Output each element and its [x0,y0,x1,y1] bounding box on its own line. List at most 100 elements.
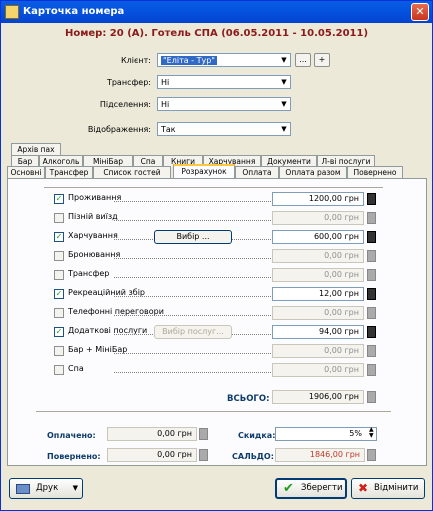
paid-field: 0,00 грн [107,427,197,441]
client-add-button[interactable]: + [314,53,330,67]
display-combo[interactable]: Так ▼ [157,122,291,136]
cross-icon: ✖ [358,481,369,495]
calculator-icon [367,269,376,281]
client-combo[interactable]: "Еліта - Тур" ▼ [157,53,291,67]
amount-field[interactable]: 1200,00 грн [272,192,364,206]
calculator-icon[interactable] [367,288,376,300]
amount-field: 0,00 грн [272,249,364,263]
settlement-label: Підселення: [99,100,151,109]
checkbox[interactable]: ✓ [54,289,64,299]
calculator-icon [367,250,376,262]
calculator-icon [367,307,376,319]
tab-archive[interactable]: Архів пах [11,143,61,155]
list-item: ✓ Додаткові послуги Вибір послуг... 94,0… [54,325,384,339]
checkbox[interactable] [54,251,64,261]
calculator-icon[interactable] [367,231,376,243]
list-item: ✓ Рекреаційний збір 12,00 грн [54,287,384,301]
amount-field[interactable]: 12,00 грн [272,287,364,301]
calculator-icon [367,345,376,357]
settlement-combo[interactable]: Ні ▼ [157,97,291,111]
total-field: 1906,00 грн [272,390,364,404]
tab-returned[interactable]: Повернено [347,166,403,178]
list-item: Пізній виїзд 0,00 грн [54,211,384,225]
transfer-combo[interactable]: Ні ▼ [157,75,291,89]
tab-transfer[interactable]: Трансфер [45,166,93,178]
total-label: ВСЬОГО: [227,394,270,404]
check-icon: ✔ [283,481,294,496]
chevron-down-icon[interactable]: ▼ [278,76,290,88]
save-button[interactable]: ✔ Зберегти [275,478,347,499]
calculator-icon[interactable] [367,193,376,205]
print-label: Друк [36,483,59,493]
chevron-down-icon[interactable]: ▼ [278,54,290,66]
checkbox[interactable] [54,346,64,356]
tab-main[interactable]: Основні [7,166,45,178]
checkbox[interactable] [54,365,64,375]
calculator-icon [367,391,376,403]
display-value: Так [161,125,176,134]
calculator-icon [199,428,208,440]
list-item: Бар + МініБар 0,00 грн [54,344,384,358]
discount-spinner[interactable]: 5% [275,427,377,441]
amount-field: 0,00 грн [272,268,364,282]
client-value: "Еліта - Тур" [161,56,217,65]
checkbox[interactable]: ✓ [54,232,64,242]
amount-field: 0,00 грн [272,211,364,225]
client-label: Клієнт: [121,56,151,65]
list-item: Трансфер 0,00 грн [54,268,384,282]
tab-row-1: Архів пах [7,143,67,155]
printer-icon [16,484,30,494]
item-label: Трансфер [68,269,110,278]
tab-payment[interactable]: Оплата [235,166,279,178]
chevron-down-icon[interactable]: ▼ [278,98,290,110]
item-label: Харчування [68,231,118,240]
display-label: Відображення: [87,125,151,134]
tab-calculation[interactable]: Розрахунок [173,164,235,178]
chevron-down-icon[interactable]: ▼ [278,123,290,135]
chevron-down-icon[interactable]: ▼ [73,479,78,498]
spin-arrows-icon[interactable]: ▲ ▼ [369,427,374,439]
item-label: Бронювання [68,250,121,259]
close-icon: ✕ [415,5,425,18]
paid-label: Оплачено: [47,431,96,440]
calculator-icon [367,449,376,461]
amount-field[interactable]: 600,00 грн [272,230,364,244]
amount-field: 0,00 грн [272,363,364,377]
list-item: Спа 0,00 грн [54,363,384,377]
discount-label: Скидка: [238,431,276,440]
cancel-button[interactable]: ✖ Відмінити [351,478,425,499]
list-item: ✓ Харчування Вибір ... 600,00 грн [54,230,384,244]
calculator-icon [199,449,208,461]
tab-guests[interactable]: Список гостей [93,166,171,178]
checkbox[interactable]: ✓ [54,327,64,337]
amount-field[interactable]: 94,00 грн [272,325,364,339]
balance-label: САЛЬДО: [232,452,274,461]
window-title: Карточка номера [23,6,125,17]
balance-field: 1846,00 грн [275,448,365,462]
calculator-icon [367,212,376,224]
returned-label: Повернено: [47,452,101,461]
print-button[interactable]: Друк ▼ [9,478,83,499]
calculator-icon[interactable] [367,326,376,338]
item-label: Пізній виїзд [68,212,118,221]
returned-field: 0,00 грн [107,448,197,462]
checkbox[interactable] [54,270,64,280]
transfer-value: Ні [161,78,170,87]
tab-payment-total[interactable]: Оплата разом [279,166,347,178]
room-header: Номер: 20 (А). Готель СПА (06.05.2011 - … [64,28,369,39]
close-button[interactable]: ✕ [411,3,429,21]
cancel-label: Відмінити [374,483,419,493]
window: Карточка номера ✕ Номер: 20 (А). Готель … [0,0,433,511]
food-select-button[interactable]: Вибір ... [154,230,232,244]
checkbox[interactable] [54,213,64,223]
transfer-label: Трансфер: [106,78,151,87]
checkbox[interactable] [54,308,64,318]
amount-field: 0,00 грн [272,344,364,358]
checkbox[interactable]: ✓ [54,194,64,204]
client-browse-button[interactable]: ... [295,53,311,67]
divider [36,411,391,412]
list-item: ✓ Проживання 1200,00 грн [54,192,384,206]
title-bar[interactable]: Карточка номера ✕ [1,1,432,23]
calculator-icon [367,364,376,376]
services-select-button[interactable]: Вибір послуг... [154,325,232,339]
